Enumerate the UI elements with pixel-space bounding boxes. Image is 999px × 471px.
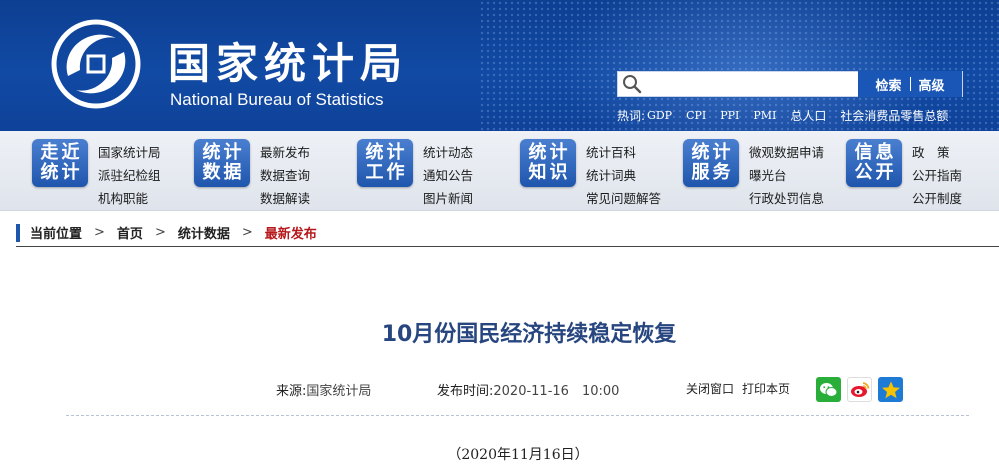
hotword-cpi[interactable]: CPI: [686, 109, 706, 122]
hotword-gdp[interactable]: GDP: [647, 109, 672, 122]
nav-link[interactable]: 政 策: [912, 141, 962, 164]
breadcrumb-label: 当前位置: [30, 227, 83, 242]
nav-links-knowledge: 统计百科 统计词典 常见问题解答: [586, 141, 661, 210]
nav-badge-line: 走近: [40, 142, 83, 163]
nav-badge-line: 数据: [202, 162, 245, 183]
nav-link[interactable]: 统计动态: [423, 141, 473, 164]
nav-link[interactable]: 微观数据申请: [749, 141, 824, 164]
site-header: 国家统计局 National Bureau of Statistics 检索 高…: [0, 0, 999, 131]
breadcrumb-home[interactable]: 首页: [117, 223, 143, 242]
nav-badge-about[interactable]: 走近 统计: [32, 139, 88, 187]
article-date-line: （2020年11月16日）: [447, 447, 589, 463]
nav-badge-service[interactable]: 统计 服务: [683, 139, 739, 187]
nav-link[interactable]: 机构职能: [98, 187, 161, 210]
nav-link[interactable]: 行政处罚信息: [749, 187, 824, 210]
search-icon: [623, 75, 642, 94]
hotword-pmi[interactable]: PMI: [753, 109, 776, 122]
nav-badge-line: 工作: [365, 162, 408, 183]
nav-link[interactable]: 数据查询: [260, 164, 310, 187]
article-title: 10月份国民经济持续稳定恢复: [381, 322, 677, 347]
article-actions: 关闭窗口 打印本页: [686, 380, 798, 397]
nav-badge-line: 公开: [854, 162, 897, 183]
article-published: 发布时间: 2020-11-16 10:00: [437, 380, 619, 399]
hotwords-bar: 热词: GDP CPI PPI PMI 总人口 社会消费品零售总额: [617, 106, 962, 124]
nav-links-disclosure: 政 策 公开指南 公开制度: [912, 141, 962, 210]
breadcrumb-current[interactable]: 最新发布: [265, 223, 317, 242]
article-source: 来源: 国家统计局: [276, 380, 371, 399]
advanced-search-button[interactable]: 高级: [911, 75, 953, 94]
nav-link[interactable]: 统计百科: [586, 141, 661, 164]
nav-badge-line: 信息: [854, 142, 897, 163]
close-window-button[interactable]: 关闭窗口: [686, 380, 734, 397]
nav-link[interactable]: 图片新闻: [423, 187, 473, 210]
nav-badge-line: 统计: [202, 142, 245, 163]
search-input[interactable]: [646, 72, 856, 96]
main-nav: 走近 统计 国家统计局 派驻纪检组 机构职能 统计 数据 最新发布 数据查询 数…: [0, 131, 999, 211]
published-label: 发布时间:: [437, 384, 494, 399]
share-bar: [816, 377, 909, 402]
hotword-ppi[interactable]: PPI: [720, 109, 739, 122]
nav-badge-line: 统计: [40, 162, 83, 183]
print-page-button[interactable]: 打印本页: [742, 380, 790, 397]
source-label: 来源:: [276, 384, 307, 399]
chevron-right-icon: >: [241, 225, 253, 240]
hotwords-label: 热词:: [617, 108, 646, 123]
nav-badge-line: 统计: [691, 142, 734, 163]
nav-link[interactable]: 通知公告: [423, 164, 473, 187]
nav-link[interactable]: 常见问题解答: [586, 187, 661, 210]
search-button-group: 检索 高级: [858, 71, 962, 97]
nav-link[interactable]: 派驻纪检组: [98, 164, 161, 187]
hotword-population[interactable]: 总人口: [790, 107, 826, 124]
published-value: 2020-11-16 10:00: [493, 384, 620, 399]
breadcrumb: 当前位置 > 首页 > 统计数据 > 最新发布: [16, 219, 999, 247]
nav-badge-knowledge[interactable]: 统计 知识: [520, 139, 576, 187]
nav-link[interactable]: 统计词典: [586, 164, 661, 187]
source-value: 国家统计局: [306, 384, 372, 399]
site-title-cn[interactable]: 国家统计局: [168, 30, 408, 91]
nav-link[interactable]: 数据解读: [260, 187, 310, 210]
qzone-star-icon[interactable]: [878, 377, 903, 402]
weibo-icon[interactable]: [847, 377, 872, 402]
nav-badge-line: 知识: [528, 162, 571, 183]
search-button[interactable]: 检索: [867, 75, 909, 94]
nav-link[interactable]: 曝光台: [749, 164, 824, 187]
chevron-right-icon: >: [154, 225, 166, 240]
nav-link[interactable]: 公开制度: [912, 187, 962, 210]
nav-links-about: 国家统计局 派驻纪检组 机构职能: [98, 141, 161, 210]
nav-badge-line: 统计: [365, 142, 408, 163]
nav-badge-line: 服务: [691, 162, 734, 183]
nav-link[interactable]: 公开指南: [912, 164, 962, 187]
nav-links-work: 统计动态 通知公告 图片新闻: [423, 141, 473, 210]
nav-link[interactable]: 最新发布: [260, 141, 310, 164]
nav-badge-work[interactable]: 统计 工作: [357, 139, 413, 187]
nav-badge-line: 统计: [528, 142, 571, 163]
hotword-retail-sales[interactable]: 社会消费品零售总额: [840, 107, 948, 124]
nav-links-data: 最新发布 数据查询 数据解读: [260, 141, 310, 210]
nbs-logo-icon[interactable]: [50, 18, 142, 110]
wechat-icon[interactable]: [816, 377, 841, 402]
breadcrumb-marker: [16, 223, 20, 242]
nav-badge-data[interactable]: 统计 数据: [194, 139, 250, 187]
chevron-right-icon: >: [94, 225, 105, 240]
nav-link[interactable]: 国家统计局: [98, 141, 161, 164]
article-divider: [66, 415, 969, 416]
breadcrumb-statistics-data[interactable]: 统计数据: [178, 223, 230, 242]
site-title-en[interactable]: National Bureau of Statistics: [170, 90, 384, 110]
nav-links-service: 微观数据申请 曝光台 行政处罚信息: [749, 141, 824, 210]
nav-badge-disclosure[interactable]: 信息 公开: [846, 139, 902, 187]
